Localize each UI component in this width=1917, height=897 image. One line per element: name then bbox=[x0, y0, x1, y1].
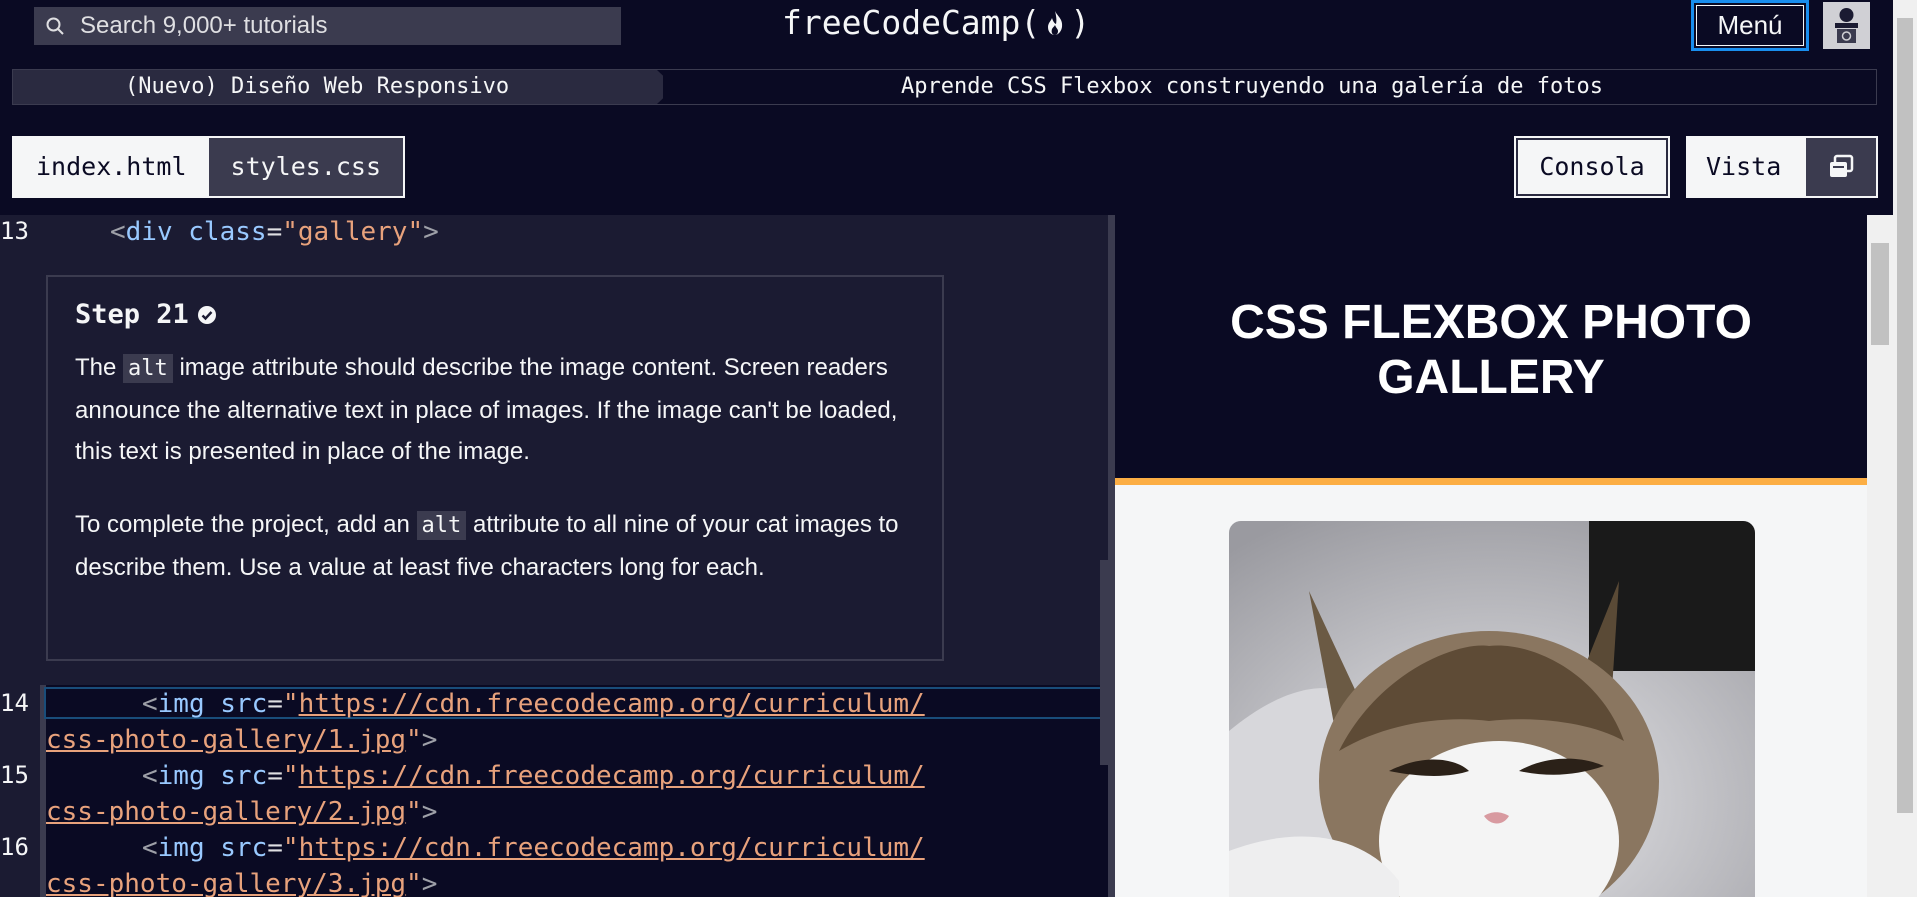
code-attr: class bbox=[188, 217, 267, 247]
code-line-16-wrap[interactable]: css-photo-gallery/3.jpg"> bbox=[46, 869, 437, 897]
preview-scrollbar[interactable] bbox=[1867, 215, 1893, 897]
code-attr: src bbox=[220, 761, 268, 791]
code-line-15[interactable]: <img src="https://cdn.freecodecamp.org/c… bbox=[142, 761, 925, 791]
preview-button[interactable]: Vista bbox=[1686, 136, 1878, 198]
code-url[interactable]: css-photo-gallery/1.jpg bbox=[46, 725, 406, 755]
preview-popout-button[interactable] bbox=[1806, 138, 1876, 196]
page-scrollbar-thumb[interactable] bbox=[1897, 18, 1913, 813]
inline-code: alt bbox=[416, 511, 467, 540]
breadcrumb: (Nuevo) Diseño Web Responsivo Aprende CS… bbox=[12, 69, 1877, 105]
logo-close: ) bbox=[1070, 3, 1091, 42]
code-url[interactable]: css-photo-gallery/2.jpg bbox=[46, 797, 406, 827]
code-tag: img bbox=[157, 689, 205, 719]
breadcrumb-course[interactable]: (Nuevo) Diseño Web Responsivo bbox=[13, 70, 663, 104]
code-url[interactable]: https://cdn.freecodecamp.org/curriculum/ bbox=[299, 689, 925, 719]
popout-window-icon bbox=[1830, 154, 1854, 177]
page-scrollbar[interactable] bbox=[1893, 0, 1917, 897]
top-nav: Search 9,000+ tutorials freeCodeCamp() M… bbox=[0, 0, 1917, 52]
cat-image-icon bbox=[1229, 521, 1755, 897]
line-number: 15 bbox=[0, 761, 29, 789]
preview-scrollbar-thumb[interactable] bbox=[1871, 243, 1889, 345]
code-value: gallery bbox=[297, 217, 408, 247]
logo-text: freeCodeCamp( bbox=[782, 3, 1041, 42]
editor-scrollbar[interactable] bbox=[1100, 560, 1108, 765]
step-instructions: Step 21 The alt image attribute should d… bbox=[46, 275, 944, 661]
code-attr: src bbox=[220, 689, 268, 719]
code-line-13[interactable]: <div class="gallery"> bbox=[110, 217, 439, 247]
code-url[interactable]: https://cdn.freecodecamp.org/curriculum/ bbox=[299, 833, 925, 863]
code-line-14-wrap[interactable]: css-photo-gallery/1.jpg"> bbox=[46, 725, 437, 755]
menu-button-inner bbox=[1696, 5, 1804, 46]
code-line-16[interactable]: <img src="https://cdn.freecodecamp.org/c… bbox=[142, 833, 925, 863]
step-title-text: Step 21 bbox=[75, 299, 189, 330]
code-tag: div bbox=[125, 217, 173, 247]
code-line-14[interactable]: <img src="https://cdn.freecodecamp.org/c… bbox=[142, 689, 925, 719]
code-tag: img bbox=[157, 761, 205, 791]
preview-header: CSS FLEXBOX PHOTO GALLERY bbox=[1115, 215, 1867, 485]
step-text: The bbox=[75, 354, 124, 381]
avatar[interactable] bbox=[1823, 2, 1870, 49]
line-number: 14 bbox=[0, 689, 29, 717]
check-circle-icon bbox=[197, 306, 216, 324]
console-label: Consola bbox=[1539, 152, 1645, 181]
search-placeholder: Search 9,000+ tutorials bbox=[80, 12, 328, 39]
breadcrumb-project[interactable]: Aprende CSS Flexbox construyendo una gal… bbox=[901, 70, 1603, 104]
code-tag: img bbox=[157, 833, 205, 863]
preview-pane: CSS FLEXBOX PHOTO GALLERY bbox=[1115, 215, 1867, 897]
console-button[interactable]: Consola bbox=[1514, 136, 1670, 198]
step-text: image attribute should describe the imag… bbox=[75, 354, 898, 465]
step-paragraph-1: The alt image attribute should describe … bbox=[75, 347, 905, 473]
code-url[interactable]: https://cdn.freecodecamp.org/curriculum/ bbox=[299, 761, 925, 791]
preview-title: CSS FLEXBOX PHOTO GALLERY bbox=[1230, 296, 1752, 404]
breadcrumb-course-label: (Nuevo) Diseño Web Responsivo bbox=[125, 74, 510, 99]
menu-button[interactable]: Menú bbox=[1691, 0, 1809, 51]
freecodecamp-logo[interactable]: freeCodeCamp() bbox=[782, 3, 1090, 42]
code-attr: src bbox=[220, 833, 268, 863]
search-bar[interactable]: Search 9,000+ tutorials bbox=[34, 7, 621, 45]
step-text: To complete the project, add an bbox=[75, 511, 417, 538]
search-icon bbox=[46, 17, 64, 35]
line-number: 16 bbox=[0, 833, 29, 861]
code-line-15-wrap[interactable]: css-photo-gallery/2.jpg"> bbox=[46, 797, 437, 827]
code-url[interactable]: css-photo-gallery/3.jpg bbox=[46, 869, 406, 897]
pane-resize-handle[interactable] bbox=[1108, 215, 1115, 897]
flame-icon bbox=[1048, 11, 1063, 35]
step-paragraph-2: To complete the project, add an alt attr… bbox=[75, 504, 905, 588]
tab-index-html[interactable]: index.html bbox=[14, 138, 209, 196]
tab-styles-css[interactable]: styles.css bbox=[208, 138, 404, 196]
preview-label: Vista bbox=[1706, 152, 1782, 181]
file-tabs: index.html styles.css bbox=[12, 136, 406, 198]
user-avatar-icon bbox=[1823, 2, 1870, 49]
inline-code: alt bbox=[123, 354, 173, 383]
line-number: 13 bbox=[0, 217, 29, 245]
code-editor[interactable]: 13 <div class="gallery"> Step 21 The alt… bbox=[0, 215, 1108, 897]
cat-photo bbox=[1229, 521, 1755, 897]
step-title: Step 21 bbox=[75, 299, 217, 330]
